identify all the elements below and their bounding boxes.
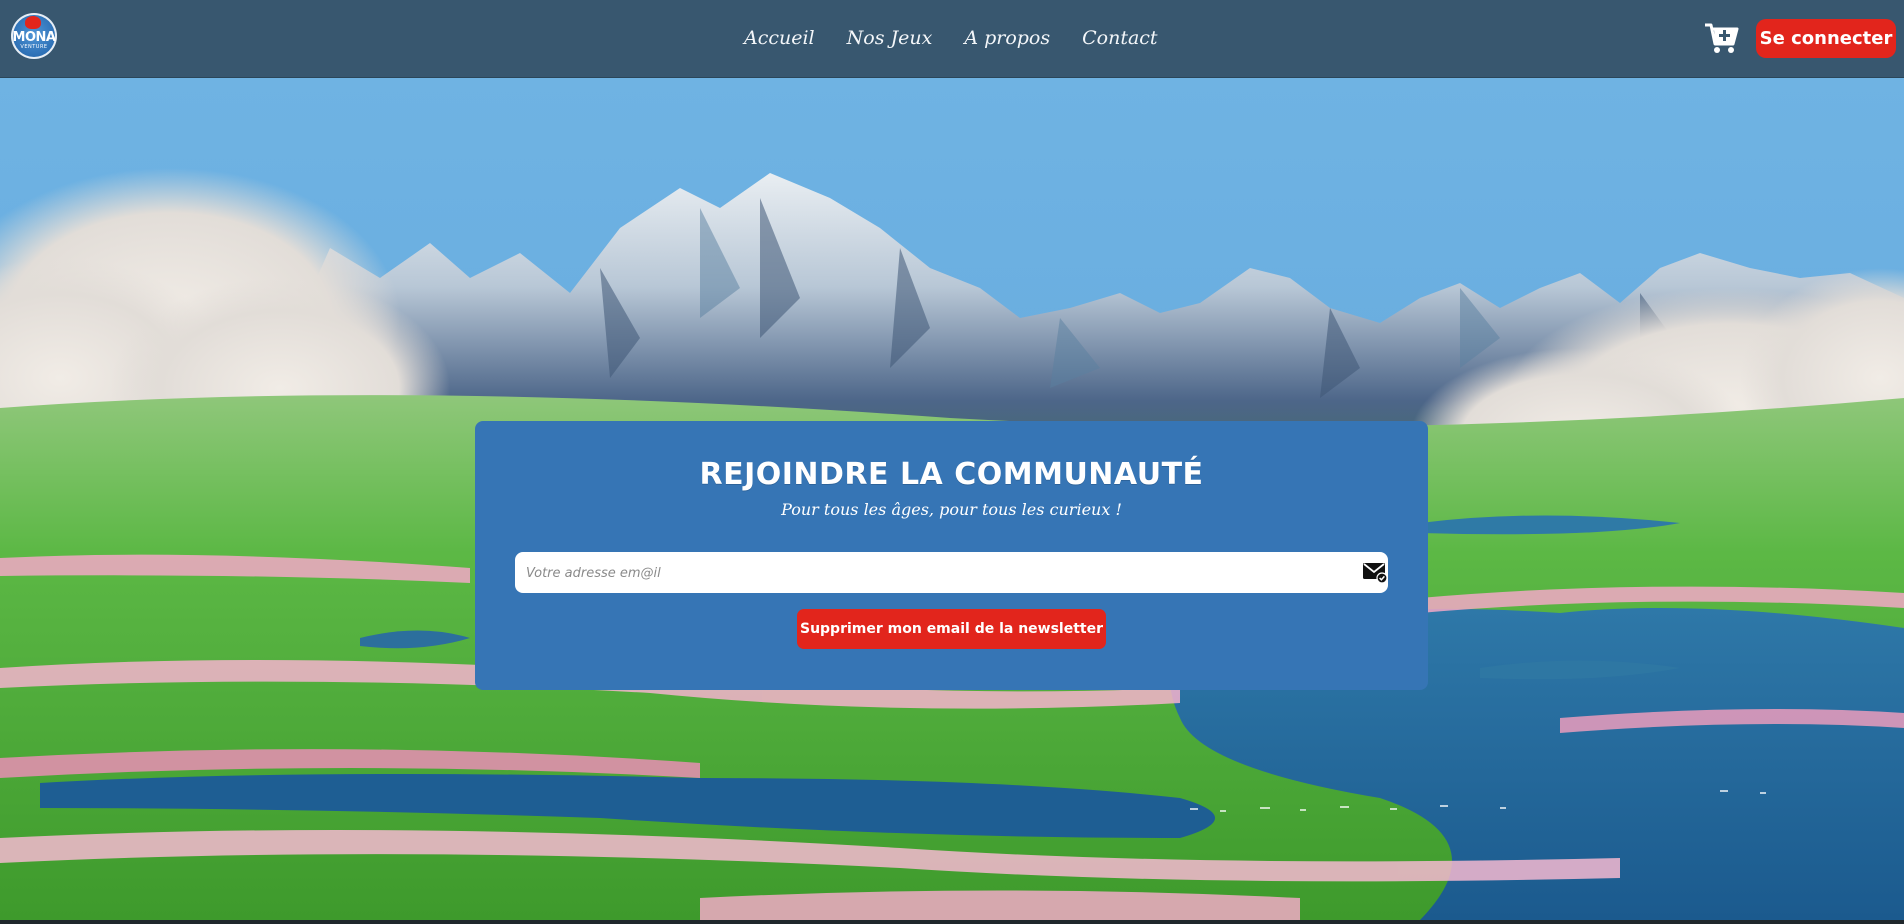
top-navbar: MONA VENTURE Accueil Nos Jeux A propos C… xyxy=(0,0,1904,78)
cart-plus-icon[interactable] xyxy=(1703,20,1739,56)
nav-link-a-propos[interactable]: A propos xyxy=(964,27,1050,49)
email-field-wrapper xyxy=(515,552,1388,595)
nav-link-contact[interactable]: Contact xyxy=(1082,27,1157,49)
poppy-flower-icon xyxy=(25,16,41,29)
mail-check-icon[interactable] xyxy=(1362,561,1388,584)
newsletter-title: REJOINDRE LA COMMUNAUTÉ xyxy=(699,457,1204,492)
logo-text: MONA xyxy=(12,30,56,45)
main-nav: Accueil Nos Jeux A propos Contact xyxy=(744,22,1158,54)
logo-subtext: VENTURE xyxy=(20,44,48,50)
newsletter-card: REJOINDRE LA COMMUNAUTÉ Pour tous les âg… xyxy=(475,421,1428,690)
page-bottom-edge xyxy=(0,920,1904,924)
mona-venture-logo[interactable]: MONA VENTURE xyxy=(11,13,57,59)
email-input[interactable] xyxy=(524,552,1338,595)
nav-link-nos-jeux[interactable]: Nos Jeux xyxy=(847,27,933,49)
nav-link-accueil[interactable]: Accueil xyxy=(744,27,815,49)
newsletter-subtitle: Pour tous les âges, pour tous les curieu… xyxy=(781,500,1122,519)
login-button[interactable]: Se connecter xyxy=(1756,19,1896,58)
unsubscribe-newsletter-button[interactable]: Supprimer mon email de la newsletter xyxy=(797,609,1106,649)
